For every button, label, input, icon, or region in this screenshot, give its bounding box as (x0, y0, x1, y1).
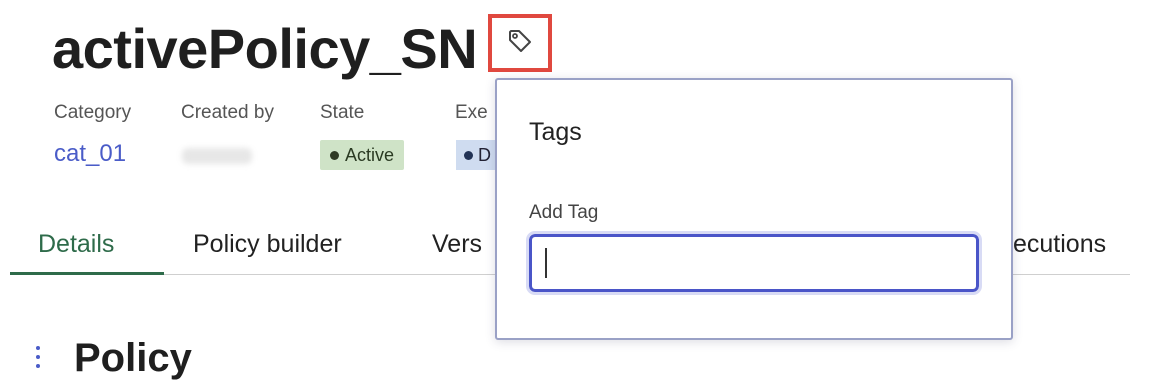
tab-policy-builder[interactable]: Policy builder (193, 230, 342, 259)
category-label: Category (54, 102, 132, 123)
tab-versions[interactable]: Vers (432, 230, 482, 259)
status-dot-icon (464, 150, 473, 160)
add-tag-label: Add Tag (529, 202, 599, 223)
popover-title: Tags (529, 118, 582, 146)
category-link[interactable]: cat_01 (54, 140, 126, 168)
created-by-label: Created by (181, 102, 274, 123)
state-badge-text: Active (345, 144, 395, 165)
status-dot-icon (330, 150, 339, 160)
created-by-value-redacted (182, 148, 252, 164)
policy-page: activePolicy_SN Category Created by Stat… (0, 0, 1154, 387)
drag-handle-icon[interactable] (36, 346, 40, 368)
execution-badge-text: D (478, 144, 491, 165)
execution-label: Exe (455, 102, 488, 123)
page-title: activePolicy_SN (52, 17, 478, 80)
add-tag-input[interactable] (526, 231, 982, 295)
text-caret (545, 248, 547, 278)
state-badge: Active (320, 140, 405, 170)
active-tab-indicator (10, 272, 164, 275)
execution-badge: D (456, 140, 496, 170)
tags-popover: Tags Add Tag (495, 78, 1013, 340)
section-title: Policy (74, 336, 192, 380)
tab-executions[interactable]: ecutions (1013, 230, 1106, 259)
state-label: State (320, 102, 365, 123)
tag-icon (507, 28, 533, 59)
tag-button[interactable] (488, 14, 552, 72)
tab-details[interactable]: Details (38, 230, 114, 259)
